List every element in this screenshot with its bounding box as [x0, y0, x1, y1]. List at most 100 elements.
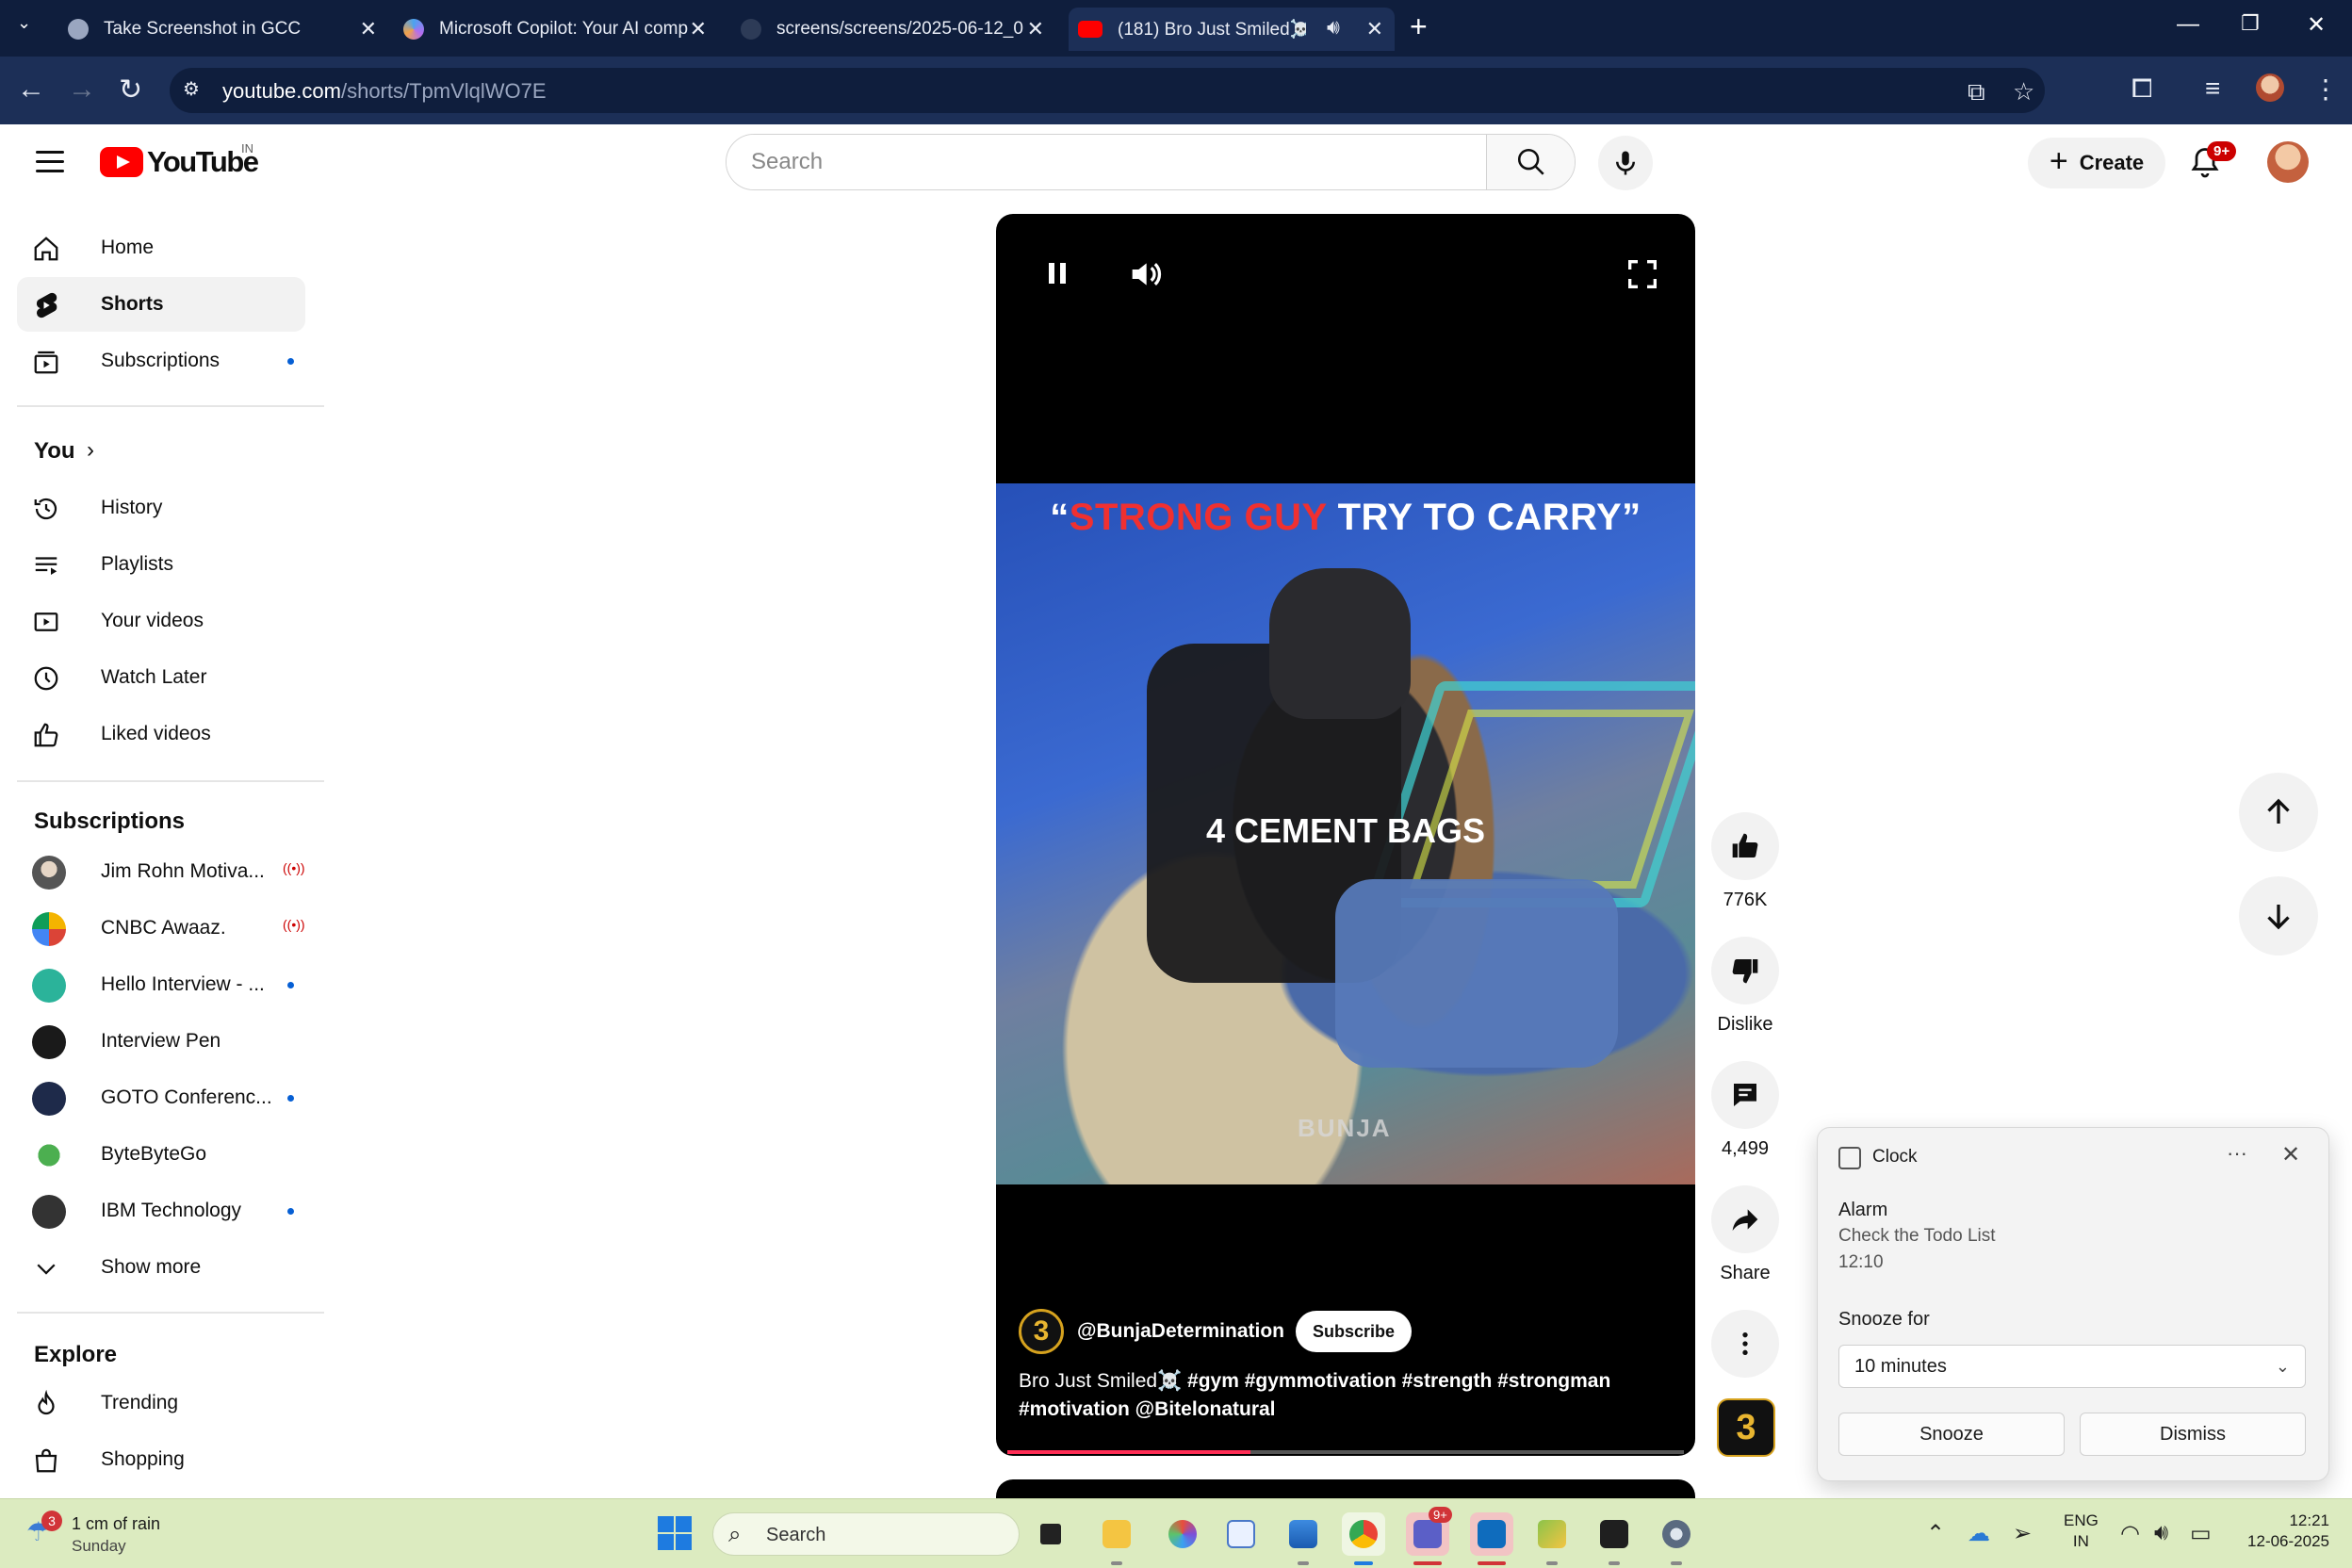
install-app-icon[interactable]: ⧉ — [1968, 77, 1985, 107]
account-avatar[interactable] — [2267, 141, 2309, 183]
site-info-icon[interactable]: ⚙︎ — [183, 77, 207, 102]
subscription-channel[interactable]: Interview Pen — [17, 1014, 305, 1069]
windows-start-icon[interactable] — [658, 1516, 692, 1550]
snooze-button[interactable]: Snooze — [1838, 1413, 2065, 1456]
channel-thumbnail[interactable]: 3 — [1717, 1398, 1775, 1457]
more-actions-button[interactable] — [1711, 1310, 1779, 1378]
sidebar-item-history[interactable]: History — [17, 481, 305, 535]
like-button[interactable] — [1711, 812, 1779, 880]
browser-tab[interactable]: Microsoft Copilot: Your AI comp ✕ — [403, 8, 707, 51]
subscription-channel[interactable]: GOTO Conferenc... — [17, 1070, 305, 1125]
dislike-button[interactable] — [1711, 937, 1779, 1004]
browser-tab[interactable]: screens/screens/2025-06-12_0 ✕ — [741, 8, 1044, 51]
image-editor-icon[interactable] — [1530, 1512, 1574, 1556]
window-close-icon[interactable]: ✕ — [2307, 11, 2326, 39]
wifi-icon[interactable]: ◠ — [2120, 1520, 2140, 1547]
back-icon[interactable]: ← — [17, 74, 45, 106]
previous-short-button[interactable] — [2239, 773, 2318, 852]
voice-search-button[interactable] — [1598, 136, 1653, 190]
sidebar-item-home[interactable]: Home — [17, 220, 305, 275]
sidebar-item-watch-later[interactable]: Watch Later — [17, 650, 305, 705]
search-input[interactable] — [727, 135, 1486, 189]
dismiss-button[interactable]: Dismiss — [2080, 1413, 2306, 1456]
subscription-channel[interactable]: ByteByteGo — [17, 1127, 305, 1182]
subscription-channel[interactable]: Jim Rohn Motiva... ((•)) — [17, 844, 305, 899]
restore-icon[interactable]: ❐ — [2241, 11, 2260, 36]
comments-action[interactable]: 4,499 — [1711, 1061, 1779, 1160]
you-section-header[interactable]: You › — [17, 424, 121, 479]
comments-button[interactable] — [1711, 1061, 1779, 1129]
sidebar-item-your-videos[interactable]: Your videos — [17, 594, 305, 648]
guide-menu-icon[interactable] — [36, 151, 64, 173]
dislike-action[interactable]: Dislike — [1711, 937, 1779, 1036]
share-arrow-icon — [1732, 1209, 1758, 1231]
chrome-icon[interactable] — [1342, 1512, 1385, 1556]
window-app-icon[interactable] — [1219, 1512, 1263, 1556]
outlook-icon[interactable] — [1470, 1512, 1513, 1556]
tab-close-icon[interactable]: ✕ — [1027, 17, 1044, 41]
sidebar-item-shorts[interactable]: Shorts — [17, 277, 305, 332]
next-short-button[interactable] — [2239, 876, 2318, 956]
audio-playing-icon[interactable]: 🔊︎ — [1327, 15, 1340, 40]
video-description[interactable]: Bro Just Smiled☠️ #gym #gymmotivation #s… — [1019, 1367, 1669, 1424]
tab-close-icon[interactable]: ✕ — [360, 17, 377, 41]
new-tab-button[interactable]: + — [1410, 9, 1428, 44]
microsoft-365-icon[interactable] — [1161, 1512, 1204, 1556]
photos-app-icon[interactable] — [1282, 1512, 1325, 1556]
location-icon[interactable]: ➢ — [2013, 1520, 2032, 1547]
fullscreen-icon[interactable] — [1624, 255, 1661, 293]
settings-gear-icon[interactable] — [1655, 1512, 1698, 1556]
notification-close-icon[interactable]: ✕ — [2281, 1141, 2300, 1168]
forward-icon[interactable]: → — [68, 74, 96, 106]
address-bar[interactable]: ⚙︎ youtube.com/shorts/TpmVlqlWO7E ☆ ⧉ — [170, 68, 2045, 113]
bookmark-star-icon[interactable]: ☆ — [2013, 77, 2034, 106]
onedrive-cloud-icon[interactable]: ☁ — [1968, 1520, 1990, 1547]
video-progress-bar[interactable] — [1007, 1450, 1684, 1454]
notification-more-icon[interactable]: ··· — [2227, 1141, 2247, 1166]
input-language[interactable]: ENG IN — [2064, 1511, 2099, 1552]
more-actions[interactable] — [1711, 1310, 1779, 1378]
share-button[interactable] — [1711, 1185, 1779, 1253]
channel-name: Interview Pen — [101, 1030, 221, 1052]
sidebar-item-subscriptions[interactable]: Subscriptions — [17, 334, 305, 388]
system-clock[interactable]: 12:21 12-06-2025 — [2235, 1511, 2329, 1552]
pause-button[interactable] — [1045, 259, 1071, 287]
battery-icon[interactable]: ▭ — [2190, 1520, 2212, 1547]
subscription-channel[interactable]: Hello Interview - ... — [17, 957, 305, 1012]
extensions-icon[interactable]: ⧠ — [2132, 74, 2152, 105]
browser-tab-active[interactable]: (181) Bro Just Smiled☠️ #g 🔊︎ ✕ — [1069, 8, 1395, 51]
speaker-icon[interactable]: 🔊︎ — [2154, 1520, 2168, 1546]
channel-handle-link[interactable]: @BunjaDetermination — [1077, 1320, 1284, 1343]
browser-menu-icon[interactable]: ⋮ — [2312, 74, 2339, 105]
show-more-button[interactable]: Show more — [17, 1240, 305, 1295]
tab-search-icon[interactable]: ⌄ — [17, 13, 41, 38]
terminal-icon[interactable] — [1592, 1512, 1636, 1556]
sidebar-item-shopping[interactable]: Shopping — [17, 1432, 305, 1487]
like-action[interactable]: 776K — [1711, 812, 1779, 911]
taskbar-search[interactable]: ⌕ Search — [712, 1512, 1020, 1556]
shorts-player[interactable]: “STRONG GUY TRY TO CARRY” 4 CEMENT BAGS … — [996, 214, 1695, 1456]
file-explorer-icon[interactable] — [1095, 1512, 1138, 1556]
subscription-channel[interactable]: CNBC Awaaz. ((•)) — [17, 901, 305, 956]
channel-logo[interactable]: 3 — [1019, 1309, 1064, 1354]
tab-close-icon[interactable]: ✕ — [690, 17, 707, 41]
search-button[interactable] — [1486, 135, 1575, 189]
chevron-up-icon[interactable]: ⌃ — [1926, 1520, 1945, 1547]
media-control-icon[interactable]: ≡ — [2205, 74, 2220, 104]
sidebar-item-trending[interactable]: Trending — [17, 1376, 305, 1430]
create-button[interactable]: + Create — [2028, 138, 2165, 188]
sidebar-item-playlists[interactable]: Playlists — [17, 537, 305, 592]
browser-profile-avatar[interactable] — [2256, 74, 2284, 102]
subscription-channel[interactable]: IBM Technology — [17, 1184, 305, 1238]
subscribe-button[interactable]: Subscribe — [1296, 1311, 1413, 1352]
sidebar-item-liked-videos[interactable]: Liked videos — [17, 707, 305, 761]
volume-icon[interactable] — [1126, 255, 1164, 293]
share-action[interactable]: Share — [1711, 1185, 1779, 1284]
reload-icon[interactable]: ↻ — [119, 74, 142, 106]
youtube-logo[interactable]: YouTube IN — [100, 141, 259, 179]
tab-close-icon[interactable]: ✕ — [1366, 17, 1383, 41]
snooze-duration-select[interactable]: 10 minutes ⌄ — [1838, 1345, 2306, 1388]
browser-tab[interactable]: Take Screenshot in GCC ✕ — [68, 8, 377, 51]
minimize-icon[interactable]: — — [2177, 11, 2199, 38]
task-view-icon[interactable] — [1029, 1512, 1072, 1556]
